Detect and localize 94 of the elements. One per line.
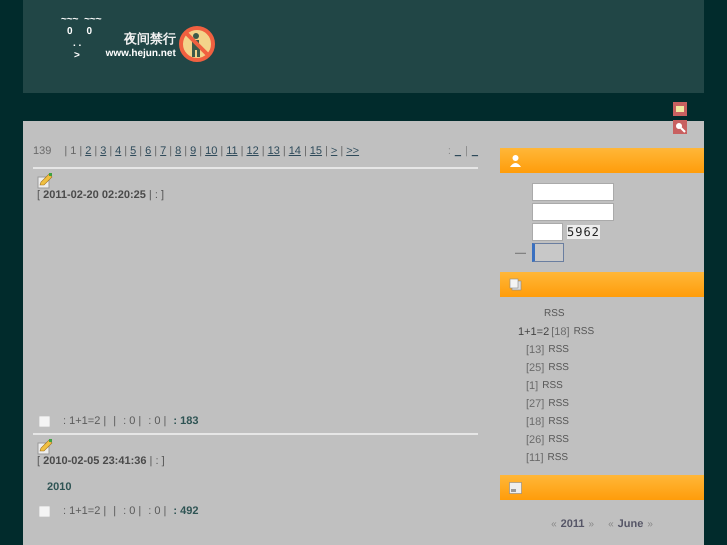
pencil-icon (37, 173, 53, 189)
pager-separator: | (262, 145, 265, 157)
page-link[interactable]: _ (454, 145, 462, 157)
post-count: 139 (33, 145, 52, 157)
pager-separator: | (124, 145, 128, 157)
page-link[interactable]: > (330, 145, 338, 157)
pager-separator: | (109, 145, 112, 157)
view-count: : 183 (173, 415, 198, 427)
page-link[interactable]: 9 (190, 145, 196, 157)
pager-separator: : (448, 145, 451, 157)
no-pedestrian-icon (178, 26, 215, 62)
pager-separator: | (240, 145, 244, 157)
dash: — (514, 246, 527, 258)
rss-link[interactable]: RSS (548, 433, 569, 447)
category-count: [18] (551, 325, 570, 339)
view-count: : 492 (173, 505, 198, 517)
page-link[interactable]: 12 (246, 145, 259, 157)
post-info: : 1+1=2 | (63, 505, 106, 517)
current-page: 1 (70, 145, 76, 157)
year-label: 2011 (560, 518, 585, 530)
page-link[interactable]: 15 (310, 145, 322, 157)
category-count: [27] (526, 397, 544, 411)
post-meta: [ 2011-02-20 02:20:25 | : ] (37, 189, 166, 201)
pager-separator: | (79, 145, 82, 157)
pager-separator: | (184, 145, 188, 157)
page-link[interactable]: 7 (160, 145, 166, 157)
page-link[interactable]: >> (346, 145, 360, 157)
post-info: : 1+1=2 | (63, 415, 106, 427)
rss-link[interactable]: RSS (548, 343, 569, 357)
post-info: : 0 | (123, 505, 142, 517)
calendar-icon (509, 482, 522, 494)
document-icon (39, 506, 50, 516)
post-info: : 0 | (148, 505, 166, 517)
logo-title: 夜间禁行 (124, 30, 176, 48)
page-link[interactable]: 3 (100, 145, 106, 157)
month-label: June (618, 518, 644, 530)
pager-separator: | (64, 145, 68, 157)
category-count: [25] (526, 361, 544, 375)
category-count: [18] (526, 415, 544, 429)
pager-separator: | (220, 145, 224, 157)
page-link[interactable]: 11 (226, 145, 238, 157)
pencil-icon (37, 439, 53, 455)
pager-separator: | (325, 145, 328, 157)
page-link[interactable]: 5 (130, 145, 136, 157)
documents-icon (509, 278, 522, 291)
category-count: [1] (526, 379, 538, 393)
rss-link[interactable]: RSS (544, 307, 565, 321)
password-field[interactable] (532, 203, 614, 221)
mail-icon[interactable] (673, 102, 687, 116)
page-link[interactable]: 4 (115, 145, 122, 157)
pager-separator: | (199, 145, 202, 157)
rss-link[interactable]: RSS (548, 451, 568, 465)
captcha-image: 5962 (567, 225, 600, 239)
pager-separator: | (94, 145, 98, 157)
category-count: [11] (526, 451, 544, 465)
page-link[interactable]: 14 (288, 145, 301, 157)
ascii-art: . . (72, 38, 82, 50)
captcha-field[interactable] (532, 223, 563, 241)
search-icon[interactable] (673, 120, 687, 134)
username-field[interactable] (532, 183, 614, 201)
ascii-art: 0 0 (66, 26, 94, 38)
pager-separator: | (304, 145, 307, 157)
rss-link[interactable]: RSS (548, 415, 569, 429)
pager-separator: | (169, 145, 172, 157)
user-icon (509, 154, 522, 167)
pager-separator: | (465, 145, 468, 157)
ascii-art: > (73, 50, 81, 62)
ascii-art: ~~~ ~~~ (61, 14, 102, 26)
page-link[interactable]: 8 (175, 145, 182, 157)
page-link[interactable]: 10 (205, 145, 218, 157)
rss-link[interactable]: RSS (548, 361, 569, 375)
page-link[interactable]: 13 (268, 145, 280, 157)
document-icon (39, 416, 50, 426)
category-count: [13] (526, 343, 544, 357)
pager-separator: | (282, 145, 286, 157)
post-info: | (113, 505, 116, 517)
pager-separator: | (139, 145, 142, 157)
post-info: : 0 | (148, 415, 166, 427)
page-link[interactable]: 6 (145, 145, 152, 157)
pager-separator: | (154, 145, 158, 157)
post-body: 2010 (46, 480, 72, 493)
page-link[interactable]: _ (472, 145, 478, 157)
page-link[interactable]: 2 (85, 145, 92, 157)
logo-url: www.hejun.net (106, 48, 176, 58)
rss-link[interactable]: RSS (548, 397, 569, 411)
post-info: : 0 | (123, 415, 142, 427)
login-button[interactable] (532, 243, 564, 262)
category-name[interactable]: 1+1=2 (518, 325, 550, 339)
rss-link[interactable]: RSS (574, 325, 594, 339)
post-meta: [ 2010-02-05 23:41:36 | : ] (37, 455, 166, 467)
rss-link[interactable]: RSS (542, 379, 563, 393)
pager-separator: | (340, 145, 344, 157)
category-count: [26] (526, 433, 544, 447)
post-info: | (113, 415, 116, 427)
